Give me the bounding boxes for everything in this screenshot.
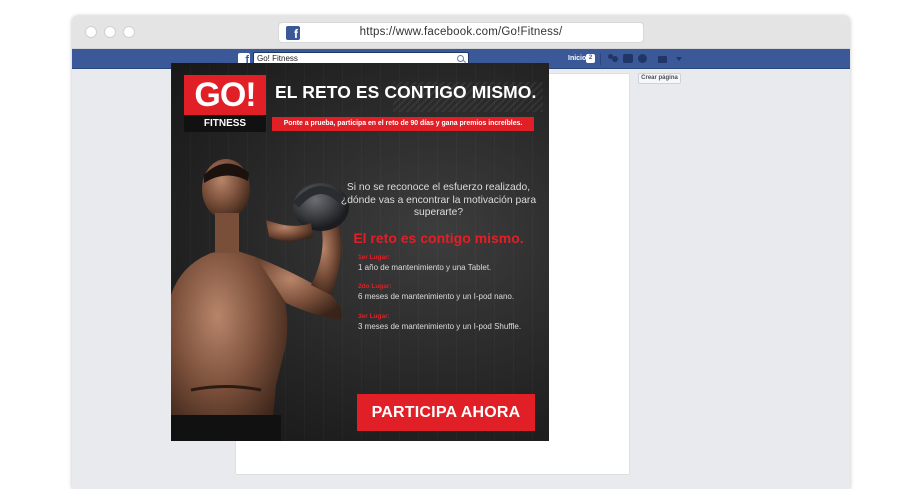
- notifications-globe-icon[interactable]: [638, 54, 647, 63]
- search-icon[interactable]: [457, 55, 464, 62]
- go-logo: GO!: [184, 75, 266, 115]
- address-url: https://www.facebook.com/Go!Fitness/: [359, 26, 563, 38]
- prize-text: 3 meses de mantenimiento y un I-pod Shuf…: [358, 322, 522, 331]
- account-menu-chevron-down-icon[interactable]: [676, 57, 682, 61]
- address-bar[interactable]: f https://www.facebook.com/Go!Fitness/: [278, 22, 644, 43]
- ad-slogan: El reto es contigo mismo.: [353, 230, 524, 246]
- window-maximize-button[interactable]: [123, 26, 135, 38]
- prize-label: 1er Lugar:: [358, 254, 390, 261]
- messages-icon[interactable]: [623, 54, 633, 63]
- logo-text: GO!: [194, 76, 256, 114]
- home-badge: 2: [586, 54, 595, 63]
- window-minimize-button[interactable]: [104, 26, 116, 38]
- go-fitness-ad-image[interactable]: GO! FITNESS EL RETO ES CONTIGO MISMO. Po…: [171, 63, 549, 441]
- friend-requests-icon[interactable]: [608, 54, 618, 63]
- ad-subline: Ponte a prueba, participa en el reto de …: [272, 117, 534, 131]
- motivation-question: Si no se reconoce el esfuerzo realizado,…: [340, 182, 537, 218]
- navbar-divider: [600, 53, 601, 65]
- privacy-icon[interactable]: [658, 56, 667, 63]
- browser-toolbar: f https://www.facebook.com/Go!Fitness/: [72, 16, 850, 49]
- prize-label: 3er Lugar:: [358, 313, 390, 320]
- logo-subtext: FITNESS: [184, 115, 266, 132]
- prize-label: 2do Lugar:: [358, 283, 392, 290]
- prize-text: 6 meses de mantenimiento y un I-pod nano…: [358, 292, 515, 301]
- ad-headline: EL RETO ES CONTIGO MISMO.: [275, 82, 537, 102]
- home-link[interactable]: Inicio: [568, 53, 586, 65]
- prize-text: 1 año de mantenimiento y una Tablet.: [358, 263, 492, 272]
- window-close-button[interactable]: [85, 26, 97, 38]
- create-page-button[interactable]: Crear página: [638, 73, 681, 84]
- participate-button[interactable]: PARTICIPA AHORA: [357, 394, 535, 431]
